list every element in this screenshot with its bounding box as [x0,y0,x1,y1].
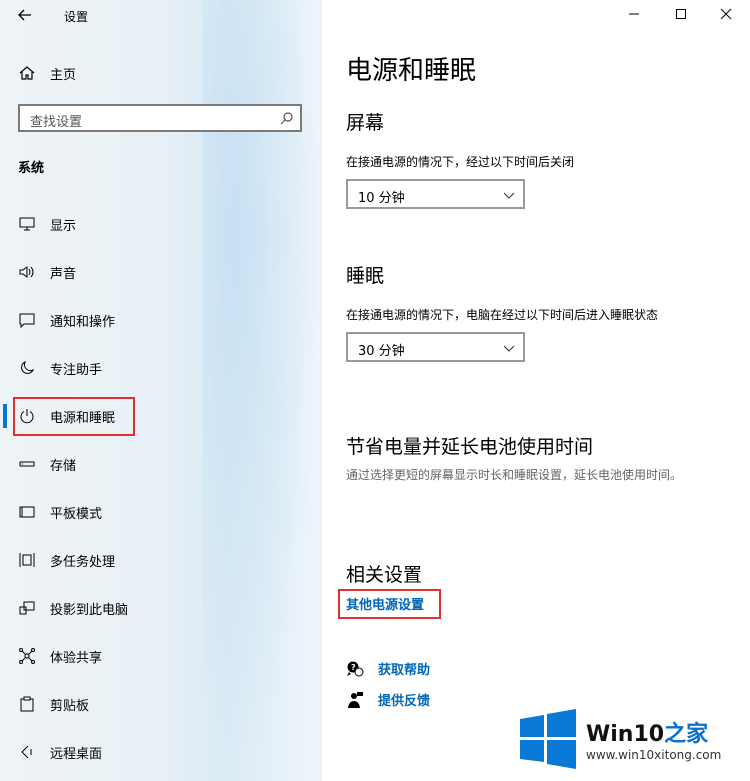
feedback-person-icon [348,691,363,708]
storage-icon [18,455,36,473]
sidebar-item-label: 平板模式 [50,506,103,522]
sidebar-item-focus-assist[interactable]: 专注助手 [0,348,322,388]
watermark-brand-suffix: 之家 [664,722,709,747]
close-button[interactable] [714,4,738,28]
chevron-down-icon [503,192,515,199]
sidebar-item-label: 体验共享 [50,650,103,666]
screen-description: 在接通电源的情况下，经过以下时间后关闭 [346,155,575,169]
sleep-timeout-dropdown[interactable]: 30 分钟 [346,332,525,362]
get-help-link[interactable]: ? 获取帮助 [346,659,430,678]
give-feedback-link[interactable]: 提供反馈 [346,690,430,709]
sleep-timeout-value: 30 分钟 [358,344,405,359]
section-label-system: 系统 [18,161,45,176]
get-help-label: 获取帮助 [378,663,431,678]
clipboard-icon [18,695,36,713]
monitor-icon [18,215,36,233]
sleep-heading: 睡眠 [346,265,385,287]
nav-home-label: 主页 [50,67,77,83]
sidebar-item-tablet-mode[interactable]: 平板模式 [0,492,322,532]
highlight-box-link [338,589,441,619]
screen-timeout-dropdown[interactable]: 10 分钟 [346,179,525,209]
chevron-down-icon [503,345,515,352]
sidebar-item-remote-desktop[interactable]: 远程桌面 [0,732,322,772]
highlight-box-power [13,397,135,436]
maximize-icon [676,9,686,19]
share-icon [18,647,36,665]
sidebar-item-clipboard[interactable]: 剪贴板 [0,684,322,724]
project-icon [18,599,36,617]
window-title: 设置 [64,10,89,24]
close-icon [720,8,732,20]
screen-timeout-value: 10 分钟 [358,191,405,206]
sidebar-item-label: 通知和操作 [50,314,116,330]
svg-text:?: ? [351,663,356,672]
sleep-description: 在接通电源的情况下，电脑在经过以下时间后进入睡眠状态 [346,308,659,322]
multitask-icon [18,551,36,569]
sidebar-item-label: 远程桌面 [50,746,103,762]
back-button[interactable] [16,6,36,26]
sidebar-item-project[interactable]: 投影到此电脑 [0,588,322,628]
speaker-icon [18,263,36,281]
sidebar-item-label: 声音 [50,266,77,282]
watermark-brand: Win10 [586,722,665,747]
search-icon [280,112,293,125]
tablet-icon [18,503,36,521]
sidebar-item-notifications[interactable]: 通知和操作 [0,300,322,340]
screen-heading: 屏幕 [346,112,385,134]
page-title: 电源和睡眠 [346,56,477,86]
nav-home[interactable]: 主页 [18,62,76,84]
sidebar-item-sound[interactable]: 声音 [0,252,322,292]
give-feedback-label: 提供反馈 [378,694,431,709]
minimize-button[interactable] [622,4,646,28]
moon-icon [18,359,36,377]
help-chat-icon: ? [347,661,364,676]
sidebar-item-label: 显示 [50,218,77,234]
sidebar-item-label: 存储 [50,458,77,474]
minimize-icon [629,13,639,15]
battery-heading: 节省电量并延长电池使用时间 [346,436,594,458]
sidebar-item-label: 多任务处理 [50,554,116,570]
related-settings-heading: 相关设置 [346,564,423,586]
sidebar-item-multitasking[interactable]: 多任务处理 [0,540,322,580]
battery-description: 通过选择更短的屏幕显示时长和睡眠设置，延长电池使用时间。 [346,468,683,482]
sidebar-item-storage[interactable]: 存储 [0,444,322,484]
sidebar-item-display[interactable]: 显示 [0,204,322,244]
sidebar-item-label: 剪贴板 [50,698,90,714]
message-icon [18,311,36,329]
windows-logo [520,709,576,769]
remote-icon [18,743,36,761]
search-input[interactable]: 查找设置 [18,104,302,132]
home-icon [19,66,35,80]
search-placeholder: 查找设置 [30,115,83,130]
watermark-url: www.win10xitong.com [586,748,722,762]
back-arrow-icon [18,9,31,21]
watermark: Win10之家 www.win10xitong.com [518,706,744,772]
sidebar-item-shared-experiences[interactable]: 体验共享 [0,636,322,676]
maximize-button[interactable] [669,4,693,28]
sidebar-item-label: 投影到此电脑 [50,602,129,618]
sidebar-item-label: 专注助手 [50,362,103,378]
